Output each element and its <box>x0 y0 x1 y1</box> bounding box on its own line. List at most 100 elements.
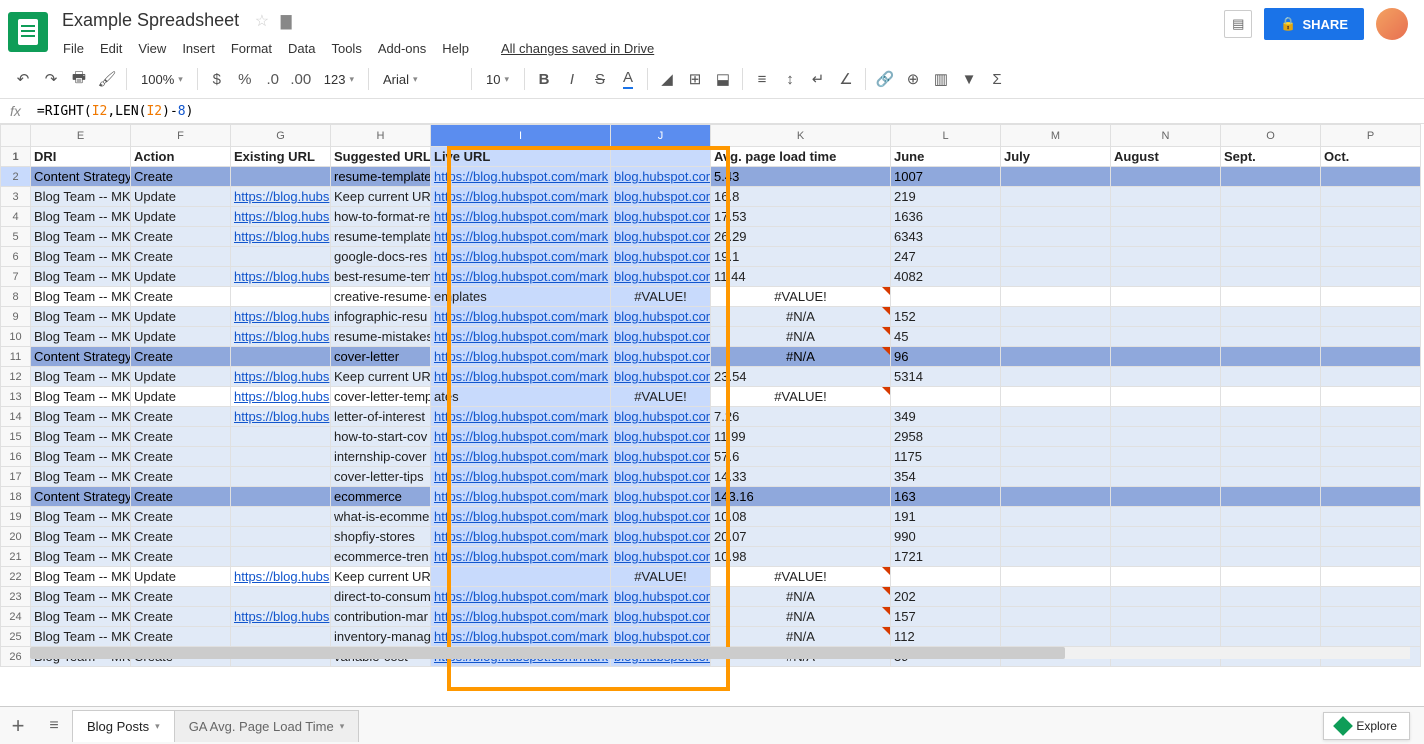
cell[interactable]: Update <box>131 387 231 407</box>
header-cell[interactable]: Avg. page load time <box>711 147 891 167</box>
menu-help[interactable]: Help <box>435 37 476 60</box>
bold-button[interactable]: B <box>531 66 557 92</box>
star-icon[interactable]: ☆ <box>255 13 269 30</box>
formula-input[interactable]: =RIGHT(I2,LEN(I2)-8) <box>37 104 194 119</box>
cell[interactable] <box>1321 607 1421 627</box>
cell[interactable]: 1721 <box>891 547 1001 567</box>
col-header-N[interactable]: N <box>1111 125 1221 147</box>
menu-file[interactable]: File <box>56 37 91 60</box>
cell[interactable] <box>1221 167 1321 187</box>
cell[interactable] <box>1221 247 1321 267</box>
cell[interactable] <box>1321 507 1421 527</box>
sheet-tab[interactable]: Blog Posts ▾ <box>72 710 175 742</box>
more-formats-select[interactable]: 123 <box>316 69 362 90</box>
header-cell[interactable]: August <box>1111 147 1221 167</box>
cell[interactable] <box>1221 527 1321 547</box>
cell[interactable] <box>231 347 331 367</box>
cell[interactable] <box>1221 407 1321 427</box>
cell[interactable]: 354 <box>891 467 1001 487</box>
cell[interactable] <box>1221 467 1321 487</box>
explore-button[interactable]: Explore <box>1323 712 1410 740</box>
cell[interactable] <box>1321 287 1421 307</box>
cell[interactable]: resume-mistakes <box>331 327 431 347</box>
cell[interactable]: https://blog.hubspot.com/mark <box>431 547 611 567</box>
cell[interactable]: https://blog.hubs <box>231 567 331 587</box>
header-cell[interactable] <box>611 147 711 167</box>
cell[interactable]: blog.hubspot.com <box>611 167 711 187</box>
cell[interactable]: blog.hubspot.com <box>611 447 711 467</box>
cell[interactable] <box>1001 487 1111 507</box>
sheet-tab[interactable]: GA Avg. Page Load Time ▾ <box>174 710 360 742</box>
cell[interactable] <box>231 427 331 447</box>
cell[interactable]: best-resume-tem <box>331 267 431 287</box>
cell[interactable]: https://blog.hubspot.com/mark <box>431 347 611 367</box>
cell[interactable]: blog.hubspot.com <box>611 607 711 627</box>
functions-button[interactable]: Σ <box>984 66 1010 92</box>
cell[interactable]: https://blog.hubspot.com/mark <box>431 267 611 287</box>
cell[interactable]: Create <box>131 287 231 307</box>
cell[interactable] <box>1221 227 1321 247</box>
cell[interactable] <box>1221 607 1321 627</box>
cell[interactable]: blog.hubspot.com <box>611 427 711 447</box>
header-cell[interactable]: June <box>891 147 1001 167</box>
share-button[interactable]: 🔒 SHARE <box>1264 8 1364 40</box>
cell[interactable]: https://blog.hubs <box>231 207 331 227</box>
cell[interactable]: Blog Team -- MK <box>31 207 131 227</box>
cell[interactable]: https://blog.hubspot.com/mark <box>431 227 611 247</box>
cell[interactable]: blog.hubspot.com <box>611 347 711 367</box>
header-cell[interactable]: Oct. <box>1321 147 1421 167</box>
all-sheets-button[interactable]: ≡ <box>36 717 72 735</box>
col-header-O[interactable]: O <box>1221 125 1321 147</box>
col-header-L[interactable]: L <box>891 125 1001 147</box>
cell[interactable]: blog.hubspot.com <box>611 627 711 647</box>
cell[interactable] <box>1001 507 1111 527</box>
cell[interactable] <box>1111 467 1221 487</box>
col-header-H[interactable]: H <box>331 125 431 147</box>
cell[interactable]: Blog Team -- MK <box>31 247 131 267</box>
header-cell[interactable]: Sept. <box>1221 147 1321 167</box>
undo-button[interactable]: ↶ <box>10 66 36 92</box>
cell[interactable]: 10.08 <box>711 507 891 527</box>
cell[interactable] <box>1111 167 1221 187</box>
col-header-I[interactable]: I <box>431 125 611 147</box>
cell[interactable] <box>1221 587 1321 607</box>
cell[interactable]: #VALUE! <box>611 567 711 587</box>
strikethrough-button[interactable]: S <box>587 66 613 92</box>
cell[interactable] <box>1001 167 1111 187</box>
cell[interactable] <box>431 567 611 587</box>
cell[interactable]: 202 <box>891 587 1001 607</box>
cell[interactable]: cover-letter <box>331 347 431 367</box>
cell[interactable]: how-to-start-cov <box>331 427 431 447</box>
cell[interactable]: Update <box>131 207 231 227</box>
cell[interactable]: Create <box>131 247 231 267</box>
cell[interactable] <box>1111 287 1221 307</box>
cell[interactable] <box>1111 387 1221 407</box>
cell[interactable]: https://blog.hubspot.com/mark <box>431 367 611 387</box>
cell[interactable] <box>1001 287 1111 307</box>
cell[interactable]: https://blog.hubspot.com/mark <box>431 187 611 207</box>
cell[interactable]: Create <box>131 347 231 367</box>
cell[interactable] <box>1321 247 1421 267</box>
cell[interactable]: https://blog.hubspot.com/mark <box>431 167 611 187</box>
cell[interactable]: Create <box>131 427 231 447</box>
menu-edit[interactable]: Edit <box>93 37 129 60</box>
header-cell[interactable]: Existing URL <box>231 147 331 167</box>
cell[interactable] <box>1111 527 1221 547</box>
cell[interactable] <box>231 507 331 527</box>
menu-insert[interactable]: Insert <box>175 37 222 60</box>
cell[interactable]: Blog Team -- MK <box>31 447 131 467</box>
cell[interactable] <box>1111 327 1221 347</box>
cell[interactable]: ates <box>431 387 611 407</box>
cell[interactable] <box>1001 327 1111 347</box>
cell[interactable] <box>1001 567 1111 587</box>
cell[interactable] <box>231 527 331 547</box>
cell[interactable]: blog.hubspot.com <box>611 587 711 607</box>
cell[interactable]: Create <box>131 627 231 647</box>
font-select[interactable]: Arial <box>375 69 465 90</box>
cell[interactable]: Blog Team -- MK <box>31 307 131 327</box>
cell[interactable]: 26.29 <box>711 227 891 247</box>
cell[interactable]: 96 <box>891 347 1001 367</box>
cell[interactable]: Update <box>131 327 231 347</box>
cell[interactable] <box>1001 227 1111 247</box>
cell[interactable]: 1636 <box>891 207 1001 227</box>
